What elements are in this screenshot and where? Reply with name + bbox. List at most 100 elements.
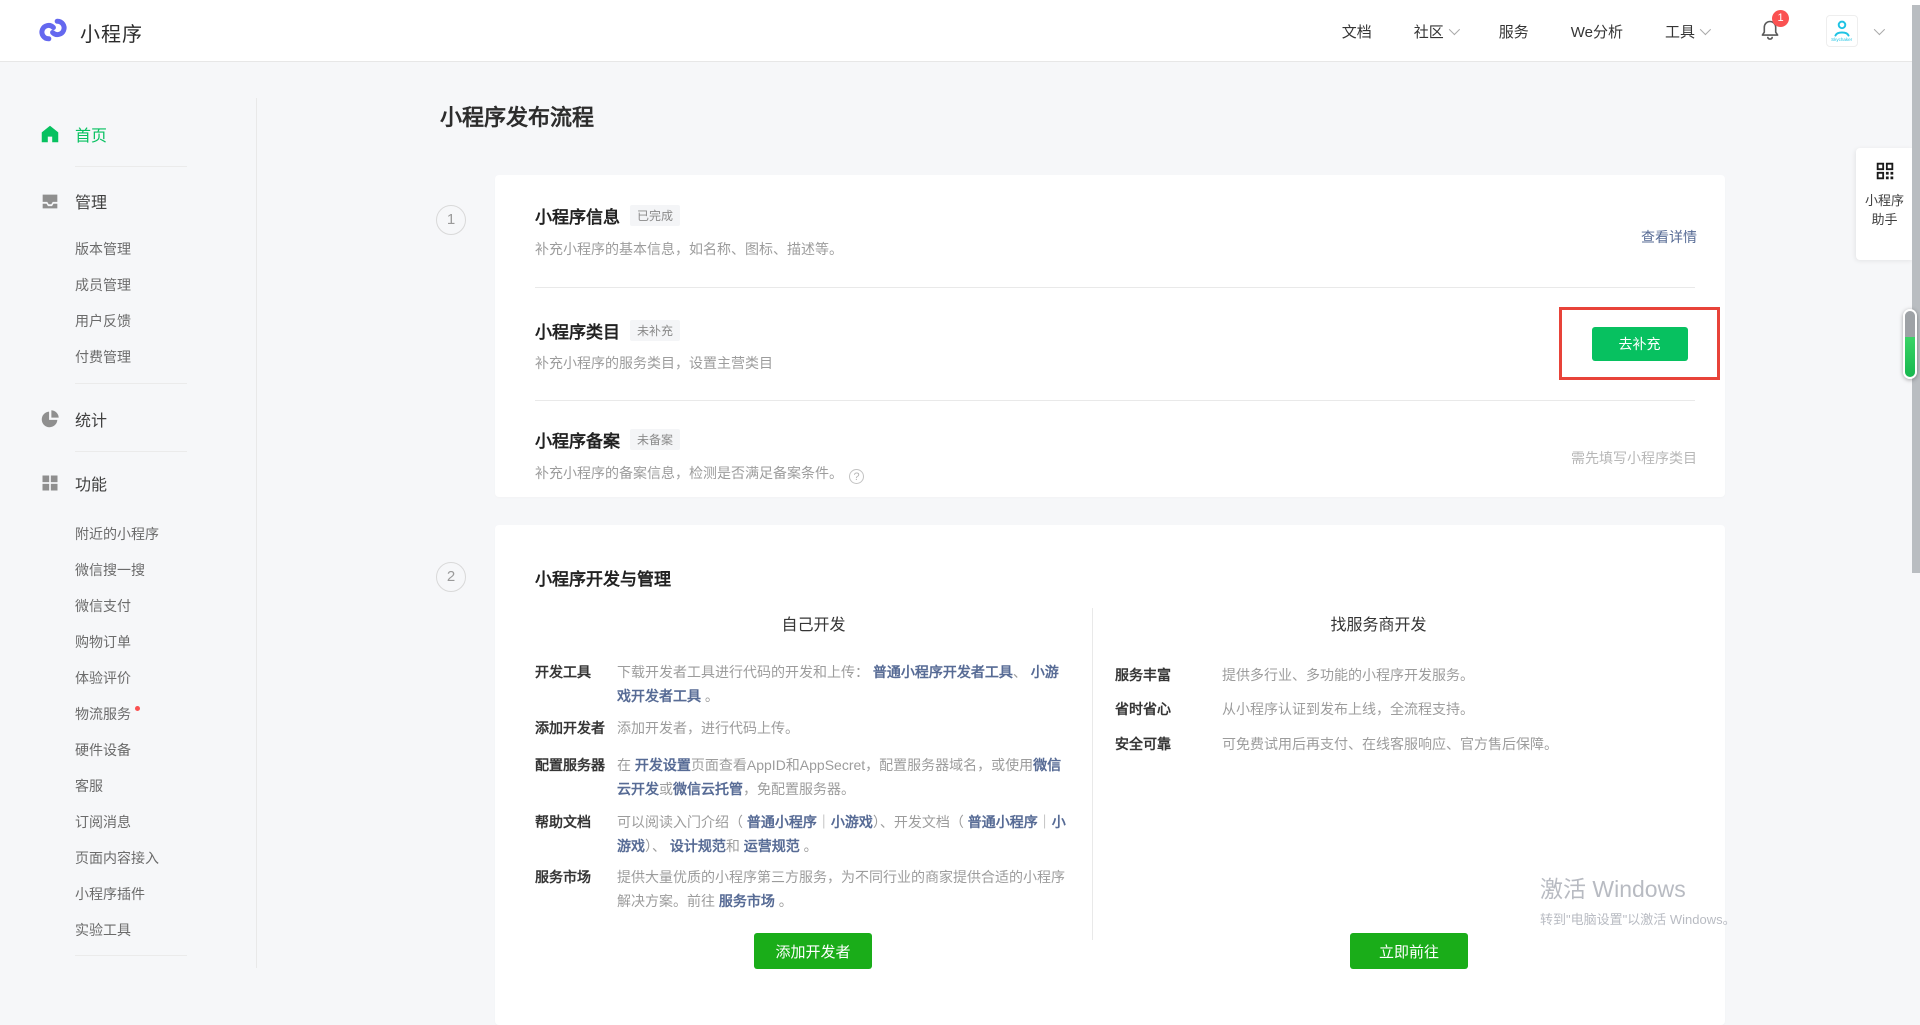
row-text: 下载开发者工具进行代码的开发和上传： 普通小程序开发者工具、 小游戏开发者工具 … — [617, 660, 1069, 708]
row-text: 可免费试用后再支付、在线客服响应、官方售后保障。 — [1222, 732, 1662, 756]
sidebar-item-stats[interactable]: 统计 — [38, 408, 107, 430]
link-intro-miniprogram[interactable]: 普通小程序 — [747, 814, 817, 830]
nav-docs[interactable]: 文档 — [1342, 21, 1372, 42]
publish-steps-card: 小程序信息 已完成 补充小程序的基本信息，如名称、图标、描述等。 查看详情 小程… — [495, 175, 1725, 497]
assistant-label-line1: 小程序 — [1856, 191, 1913, 210]
qr-code-icon — [1856, 160, 1913, 187]
go-now-button[interactable]: 立即前往 — [1350, 933, 1468, 969]
sidebar-item-nearby-miniprogram[interactable]: 附近的小程序 — [75, 524, 159, 546]
sidebar-item-hardware-devices[interactable]: 硬件设备 — [75, 740, 131, 762]
sidebar-item-subscribe-message[interactable]: 订阅消息 — [75, 812, 131, 834]
sidebar-item-customer-service[interactable]: 客服 — [75, 776, 103, 798]
section-title: 小程序类目 — [535, 318, 620, 343]
row-label: 安全可靠 — [1115, 732, 1205, 756]
link-service-market[interactable]: 服务市场 — [719, 893, 775, 909]
sidebar-item-wechat-search[interactable]: 微信搜一搜 — [75, 560, 145, 582]
view-details-link[interactable]: 查看详情 — [1641, 227, 1697, 247]
link-devdoc-miniprogram[interactable]: 普通小程序 — [968, 814, 1038, 830]
chevron-down-icon — [1448, 24, 1459, 35]
row-text: 在 开发设置页面查看AppID和AppSecret，配置服务器域名，或使用微信云… — [617, 753, 1069, 801]
notification-badge: 1 — [1772, 10, 1789, 27]
account-chevron-down-icon[interactable] — [1874, 24, 1885, 35]
column-header-find-provider: 找服务商开发 — [1092, 611, 1665, 635]
nav-tools[interactable]: 工具 — [1665, 21, 1708, 42]
sidebar-separator — [75, 451, 187, 452]
sidebar-item-wechat-pay[interactable]: 微信支付 — [75, 596, 131, 618]
row-label: 配置服务器 — [535, 753, 625, 777]
add-developer-button[interactable]: 添加开发者 — [754, 933, 872, 969]
sidebar-item-experience-review[interactable]: 体验评价 — [75, 668, 131, 690]
sidebar-item-member-manage[interactable]: 成员管理 — [75, 275, 131, 297]
avatar-logo-icon — [1832, 20, 1852, 38]
sidebar-divider — [256, 98, 257, 968]
status-badge: 未补充 — [630, 320, 680, 341]
miniprogram-assistant-widget[interactable]: 小程序 助手 — [1856, 148, 1913, 260]
scroll-indicator-pill[interactable] — [1903, 309, 1917, 379]
link-operation-spec[interactable]: 运营规范 — [744, 838, 800, 854]
link-intro-minigame[interactable]: 小游戏 — [831, 814, 873, 830]
browser-scrollbar-thumb[interactable] — [1912, 5, 1920, 573]
step-2-number: 2 — [436, 562, 466, 592]
fill-category-button[interactable]: 去补充 — [1592, 327, 1688, 361]
section-desc: 补充小程序的基本信息，如名称、图标、描述等。 — [535, 239, 843, 259]
app-logo[interactable]: 小程序 — [38, 15, 143, 50]
section-title: 小程序信息 — [535, 203, 620, 228]
sidebar-item-experiment-tools[interactable]: 实验工具 — [75, 920, 131, 942]
sidebar-item-label: 功能 — [75, 471, 107, 495]
card-divider — [535, 287, 1695, 288]
notification-bell-button[interactable]: 1 — [1758, 18, 1784, 44]
chevron-down-icon — [1700, 24, 1711, 35]
pie-chart-icon — [38, 407, 62, 431]
filing-note: 需先填写小程序类目 — [1571, 448, 1697, 468]
scroll-pill-gray-part — [1905, 311, 1915, 337]
sidebar-item-user-feedback[interactable]: 用户反馈 — [75, 311, 131, 333]
row-text: 提供多行业、多功能的小程序开发服务。 — [1222, 663, 1662, 687]
row-text: 添加开发者，进行代码上传。 — [617, 716, 1069, 740]
scroll-pill-green-part — [1905, 337, 1915, 377]
sidebar-item-manage[interactable]: 管理 — [38, 190, 107, 212]
row-label: 添加开发者 — [535, 716, 625, 740]
row-text: 可以阅读入门介绍（ 普通小程序｜小游戏）、开发文档（ 普通小程序｜小游戏）、 设… — [617, 810, 1069, 858]
avatar[interactable]: Skychaker — [1826, 15, 1858, 47]
link-design-spec[interactable]: 设计规范 — [670, 838, 726, 854]
sidebar-item-shopping-orders[interactable]: 购物订单 — [75, 632, 131, 654]
grid-icon — [38, 471, 62, 495]
column-header-self-develop: 自己开发 — [535, 611, 1092, 635]
sidebar-separator — [75, 166, 187, 167]
sidebar-item-payment-manage[interactable]: 付费管理 — [75, 347, 131, 369]
nav-services[interactable]: 服务 — [1499, 21, 1529, 42]
sidebar-item-miniprogram-plugin[interactable]: 小程序插件 — [75, 884, 145, 906]
row-text: 提供大量优质的小程序第三方服务，为不同行业的商家提供合适的小程序解决方案。前往 … — [617, 865, 1069, 913]
logo-text: 小程序 — [80, 18, 143, 47]
row-label: 省时省心 — [1115, 697, 1205, 721]
section-miniprogram-filing: 小程序备案 未备案 — [535, 427, 680, 452]
sidebar-item-version-manage[interactable]: 版本管理 — [75, 239, 131, 261]
sidebar-item-logistics-service[interactable]: 物流服务 — [75, 704, 140, 726]
step-1-number: 1 — [436, 205, 466, 235]
status-badge: 未备案 — [630, 429, 680, 450]
column-divider — [1092, 608, 1093, 940]
sidebar-item-features[interactable]: 功能 — [38, 472, 107, 494]
row-label: 开发工具 — [535, 660, 625, 684]
sidebar-item-home[interactable]: 首页 — [38, 123, 107, 145]
row-label: 帮助文档 — [535, 810, 625, 834]
row-text: 从小程序认证到发布上线，全流程支持。 — [1222, 697, 1662, 721]
avatar-name: Skychaker — [1831, 38, 1852, 43]
sidebar-separator — [75, 383, 187, 384]
sidebar-item-page-content-access[interactable]: 页面内容接入 — [75, 848, 159, 870]
page-title: 小程序发布流程 — [440, 100, 594, 132]
sidebar-item-label: 统计 — [75, 407, 107, 431]
link-wechat-cloud-hosting[interactable]: 微信云托管 — [673, 781, 743, 797]
assistant-label-line2: 助手 — [1856, 210, 1913, 229]
nav-community[interactable]: 社区 — [1414, 21, 1457, 42]
develop-manage-card: 小程序开发与管理 自己开发 找服务商开发 开发工具 下载开发者工具进行代码的开发… — [495, 525, 1725, 1025]
nav-weanalytics[interactable]: We分析 — [1571, 21, 1623, 42]
link-normal-miniprogram-devtool[interactable]: 普通小程序开发者工具 — [873, 664, 1013, 680]
link-dev-settings[interactable]: 开发设置 — [635, 757, 691, 773]
question-circle-icon[interactable]: ? — [849, 469, 864, 484]
status-badge: 已完成 — [630, 205, 680, 226]
section-title: 小程序备案 — [535, 427, 620, 452]
tray-icon — [38, 189, 62, 213]
section-desc: 补充小程序的备案信息，检测是否满足备案条件。? — [535, 463, 864, 484]
sidebar-item-label: 管理 — [75, 189, 107, 213]
